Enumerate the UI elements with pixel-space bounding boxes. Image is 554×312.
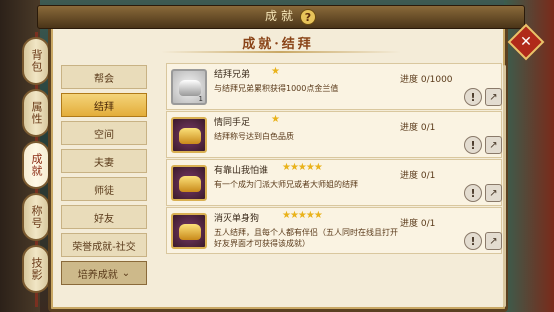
close-icon: ✕ [520, 34, 532, 50]
achievement-desc: 与结拜兄弟累积获得1000点金兰值 [214, 84, 339, 93]
gold-ingot-icon [171, 165, 207, 201]
star-rating: ★ [271, 114, 280, 125]
chevron-down-icon: ⌄ [121, 267, 131, 279]
achievement-desc: 五人结拜，且每个人都有伴侣（五人同时在线且打开好友界面才可获得该成就） [214, 228, 398, 248]
dropdown-label: 培养成就 [77, 269, 118, 281]
list-scrollbar[interactable] [503, 65, 506, 307]
achievement-progress: 进度 0/1000 [400, 75, 453, 85]
star-rating: ★★★★★ [282, 162, 323, 173]
gold-ingot-icon [171, 213, 207, 249]
category-friends[interactable]: 好友 [61, 205, 147, 229]
title-bar: 成就 ? [37, 5, 525, 29]
achievement-name: 有靠山我怕谁 [214, 166, 269, 176]
info-button[interactable]: ! [464, 88, 482, 106]
category-guild[interactable]: 帮会 [61, 65, 147, 89]
side-tab-achievements[interactable]: 成就 [22, 141, 50, 189]
star-rating: ★★★★★ [282, 210, 323, 221]
item-quantity: 1 [198, 95, 203, 103]
achievement-row: 有靠山我怕谁 ★★★★★ 有一个成为门派大师兄或者大师姐的结拜 进度 0/1 !… [166, 159, 502, 206]
info-button[interactable]: ! [464, 184, 482, 202]
achievement-progress: 进度 0/1 [400, 219, 436, 229]
share-button[interactable]: ↗ [485, 88, 502, 106]
side-tab-bag[interactable]: 背包 [22, 37, 50, 85]
category-mentor[interactable]: 师徒 [61, 177, 147, 201]
info-button[interactable]: ! [464, 232, 482, 250]
achievement-panel: 成就 ? ✕ 成就·结拜 帮会 结拜 空间 夫妻 师徒 好友 荣誉成就-社交 培… [37, 5, 545, 312]
category-sworn[interactable]: 结拜 [61, 93, 147, 117]
cultivation-dropdown[interactable]: 培养成就 ⌄ [61, 261, 147, 285]
achievement-desc: 结拜称号达到白色品质 [214, 132, 294, 141]
section-title: 成就·结拜 [242, 37, 314, 52]
info-button[interactable]: ! [464, 136, 482, 154]
category-space[interactable]: 空间 [61, 121, 147, 145]
achievement-progress: 进度 0/1 [400, 171, 436, 181]
achievement-name: 结拜兄弟 [214, 70, 251, 80]
achievement-name: 消灭单身狗 [214, 214, 260, 224]
achievement-row: 1 结拜兄弟 ★ 与结拜兄弟累积获得1000点金兰值 进度 0/1000 ! ↗ [166, 63, 502, 110]
window-title: 成就 [264, 9, 297, 23]
gold-ingot-icon [171, 117, 207, 153]
silver-ingot-icon: 1 [171, 69, 207, 105]
achievement-desc: 有一个成为门派大师兄或者大师姐的结拜 [214, 180, 358, 189]
share-button[interactable]: ↗ [485, 232, 502, 250]
achievement-row: 消灭单身狗 ★★★★★ 五人结拜，且每个人都有伴侣（五人同时在线且打开好友界面才… [166, 207, 502, 254]
achievement-name: 情同手足 [214, 118, 251, 128]
achievement-progress: 进度 0/1 [400, 123, 436, 133]
side-tab-attributes[interactable]: 属性 [22, 89, 50, 137]
star-rating: ★ [271, 66, 280, 77]
side-tab-titles[interactable]: 称号 [22, 193, 50, 241]
category-list: 帮会 结拜 空间 夫妻 师徒 好友 荣誉成就-社交 培养成就 ⌄ [61, 65, 153, 289]
share-button[interactable]: ↗ [485, 136, 502, 154]
section-divider [161, 51, 401, 53]
achievement-row: 情同手足 ★ 结拜称号达到白色品质 进度 0/1 ! ↗ [166, 111, 502, 158]
category-honor-social[interactable]: 荣誉成就-社交 [61, 233, 147, 257]
share-button[interactable]: ↗ [485, 184, 502, 202]
achievement-list: 1 结拜兄弟 ★ 与结拜兄弟累积获得1000点金兰值 进度 0/1000 ! ↗… [166, 63, 502, 255]
help-icon[interactable]: ? [300, 9, 316, 25]
side-tab-skills[interactable]: 技影 [22, 245, 50, 293]
category-couple[interactable]: 夫妻 [61, 149, 147, 173]
